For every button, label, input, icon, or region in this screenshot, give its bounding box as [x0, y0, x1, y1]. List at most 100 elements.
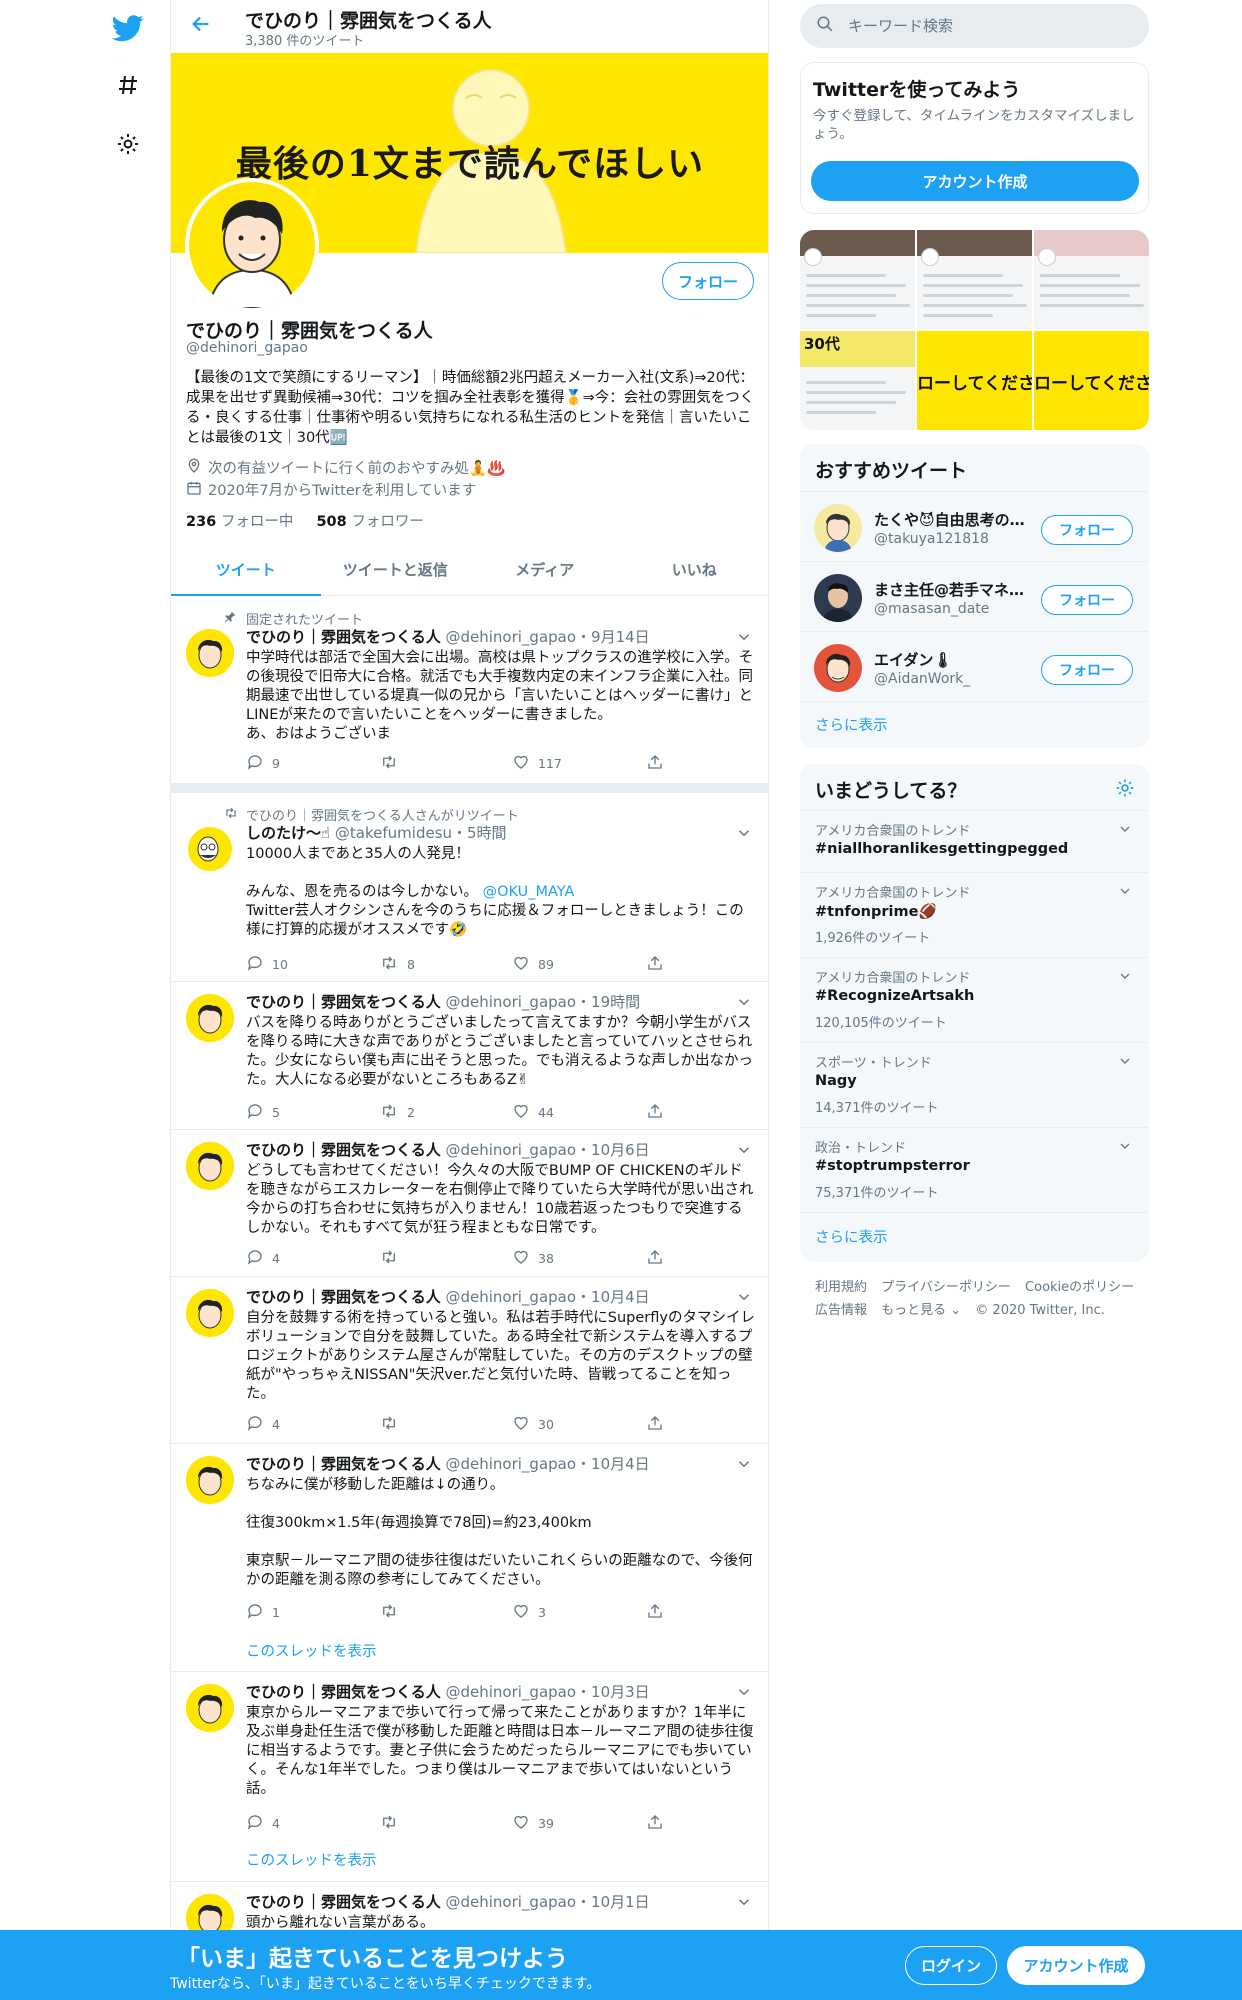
media-thumbnail[interactable] — [800, 230, 915, 329]
like-button[interactable]: 30 — [512, 1414, 554, 1435]
avatar[interactable] — [186, 1142, 234, 1190]
tab-tweets-replies[interactable]: ツイートと返信 — [321, 546, 471, 595]
avatar[interactable] — [186, 1289, 234, 1337]
chevron-down-icon[interactable] — [735, 993, 753, 1011]
reply-button[interactable]: 9 — [246, 753, 280, 774]
tab-media[interactable]: メディア — [470, 546, 620, 595]
avatar[interactable] — [186, 1684, 234, 1732]
follow-button[interactable]: フォロー — [1041, 655, 1133, 685]
share-button[interactable] — [646, 1414, 664, 1435]
share-button[interactable] — [646, 1813, 664, 1834]
reply-button[interactable]: 1 — [246, 1602, 280, 1623]
follow-button[interactable]: フォロー — [662, 262, 754, 300]
like-button[interactable]: 38 — [512, 1248, 554, 1269]
show-more-trends-link[interactable]: さらに表示 — [815, 1226, 888, 1247]
avatar[interactable] — [814, 574, 862, 622]
chevron-down-icon[interactable] — [735, 1683, 753, 1701]
retweet-button[interactable] — [379, 1414, 407, 1435]
footer-cookies[interactable]: Cookieのポリシー — [1025, 1280, 1134, 1295]
chevron-down-icon[interactable] — [1117, 1138, 1133, 1158]
back-button[interactable] — [183, 8, 219, 44]
show-thread-link[interactable]: このスレッドを表示 — [246, 1849, 377, 1870]
like-button[interactable]: 44 — [512, 1102, 554, 1123]
show-thread-link[interactable]: このスレッドを表示 — [246, 1640, 377, 1661]
chevron-down-icon[interactable] — [735, 1288, 753, 1306]
follow-button[interactable]: フォロー — [1041, 515, 1133, 545]
trend-item[interactable]: アメリカ合衆国のトレンド #RecognizeArtsakh 120,105件の… — [800, 957, 1149, 1042]
avatar[interactable] — [186, 994, 234, 1042]
media-thumbnail[interactable] — [917, 230, 1032, 329]
media-thumbnail[interactable]: 30代 — [800, 331, 915, 430]
like-button[interactable]: 89 — [512, 954, 554, 975]
retweet-button[interactable] — [379, 1813, 407, 1834]
tweet-item[interactable]: でひのり｜雰囲気をつくる人 @dehinori_gapao・10月4日 自分を鼓… — [171, 1277, 768, 1444]
footer-ads[interactable]: 広告情報 — [815, 1303, 867, 1318]
reply-button[interactable]: 4 — [246, 1248, 280, 1269]
avatar[interactable] — [186, 629, 234, 677]
retweet-button[interactable] — [379, 753, 407, 774]
retweet-button[interactable]: 2 — [379, 1102, 415, 1123]
search-box[interactable] — [800, 4, 1149, 48]
reply-button[interactable]: 4 — [246, 1414, 280, 1435]
trend-item[interactable]: スポーツ・トレンド Nagy 14,371件のツイート — [800, 1042, 1149, 1127]
like-button[interactable]: 39 — [512, 1813, 554, 1834]
media-thumbnail[interactable]: ローしてくださ — [1034, 331, 1149, 430]
reply-button[interactable]: 5 — [246, 1102, 280, 1123]
like-button[interactable]: 117 — [512, 753, 562, 774]
trend-item[interactable]: アメリカ合衆国のトレンド #niallhoranlikesgettingpegg… — [800, 810, 1149, 872]
tweet-item[interactable]: でひのり｜雰囲気をつくる人 @dehinori_gapao・10月6日 どうして… — [171, 1130, 768, 1277]
media-thumbnail[interactable] — [1034, 230, 1149, 329]
avatar[interactable] — [186, 825, 234, 873]
login-button[interactable]: ログイン — [905, 1946, 997, 1985]
tab-likes[interactable]: いいね — [620, 546, 769, 595]
chevron-down-icon[interactable] — [735, 1141, 753, 1159]
share-button[interactable] — [646, 753, 664, 774]
chevron-down-icon[interactable] — [1117, 1053, 1133, 1073]
hashtag-icon[interactable] — [108, 65, 148, 105]
mention-link[interactable]: @OKU_MAYA — [483, 884, 575, 900]
twitter-bird-icon[interactable] — [108, 8, 148, 48]
retweet-button[interactable] — [379, 1602, 407, 1623]
share-button[interactable] — [646, 1602, 664, 1623]
chevron-down-icon[interactable] — [735, 1455, 753, 1473]
gear-icon[interactable] — [1115, 778, 1135, 802]
chevron-down-icon[interactable] — [735, 628, 753, 646]
tweet-item[interactable]: でひのり｜雰囲気をつくる人 @dehinori_gapao・10月4日 ちなみに… — [171, 1444, 768, 1672]
avatar[interactable] — [186, 1456, 234, 1504]
recommended-user[interactable]: エイダン🌡 @AidanWork_ フォロー — [800, 631, 1149, 701]
search-input[interactable] — [848, 17, 1098, 35]
retweet-button[interactable]: 8 — [379, 954, 415, 975]
create-account-button[interactable]: アカウント作成 — [811, 161, 1139, 201]
follow-button[interactable]: フォロー — [1041, 585, 1133, 615]
retweet-button[interactable] — [379, 1248, 407, 1269]
trend-item[interactable]: 政治・トレンド #stoptrumpsterror 75,371件のツイート — [800, 1127, 1149, 1212]
tweet-item[interactable]: でひのり｜雰囲気をつくる人 @dehinori_gapao・10月3日 東京から… — [171, 1672, 768, 1882]
recommended-user[interactable]: まさ主任@若手マネ… @masasan_date フォロー — [800, 561, 1149, 631]
followers-link[interactable]: 508 フォロワー — [316, 514, 423, 530]
chevron-down-icon[interactable] — [1117, 968, 1133, 988]
footer-more[interactable]: もっと見る ⌄ — [881, 1303, 961, 1318]
chevron-down-icon[interactable] — [735, 1893, 753, 1911]
footer-privacy[interactable]: プライバシーポリシー — [881, 1280, 1011, 1295]
chevron-down-icon[interactable] — [735, 824, 753, 842]
tweet-item[interactable]: でひのり｜雰囲気をつくる人 @dehinori_gapao・19時間 バスを降り… — [171, 982, 768, 1130]
chevron-down-icon[interactable] — [1117, 821, 1133, 841]
following-link[interactable]: 236 フォロー中 — [186, 514, 293, 530]
avatar[interactable] — [814, 644, 862, 692]
share-button[interactable] — [646, 954, 664, 975]
show-more-link[interactable]: さらに表示 — [815, 714, 888, 735]
chevron-down-icon[interactable] — [1117, 883, 1133, 903]
tab-tweets[interactable]: ツイート — [171, 546, 321, 596]
recommended-user[interactable]: たくや😈自由思考の… @takuya121818 フォロー — [800, 491, 1149, 561]
profile-avatar[interactable] — [185, 178, 319, 312]
reply-button[interactable]: 10 — [246, 954, 288, 975]
trend-item[interactable]: アメリカ合衆国のトレンド #tnfonprime🏈 1,926件のツイート — [800, 872, 1149, 957]
signup-button[interactable]: アカウント作成 — [1007, 1946, 1145, 1985]
gear-icon[interactable] — [108, 124, 148, 164]
tweet-retweet[interactable]: でひのり｜雰囲気をつくる人さんがリツイート しのたけ〜☝ @takefumide… — [171, 793, 768, 982]
media-thumbnail[interactable]: ローしてくださ — [917, 331, 1032, 430]
avatar[interactable] — [814, 504, 862, 552]
share-button[interactable] — [646, 1248, 664, 1269]
like-button[interactable]: 3 — [512, 1602, 546, 1623]
reply-button[interactable]: 4 — [246, 1813, 280, 1834]
